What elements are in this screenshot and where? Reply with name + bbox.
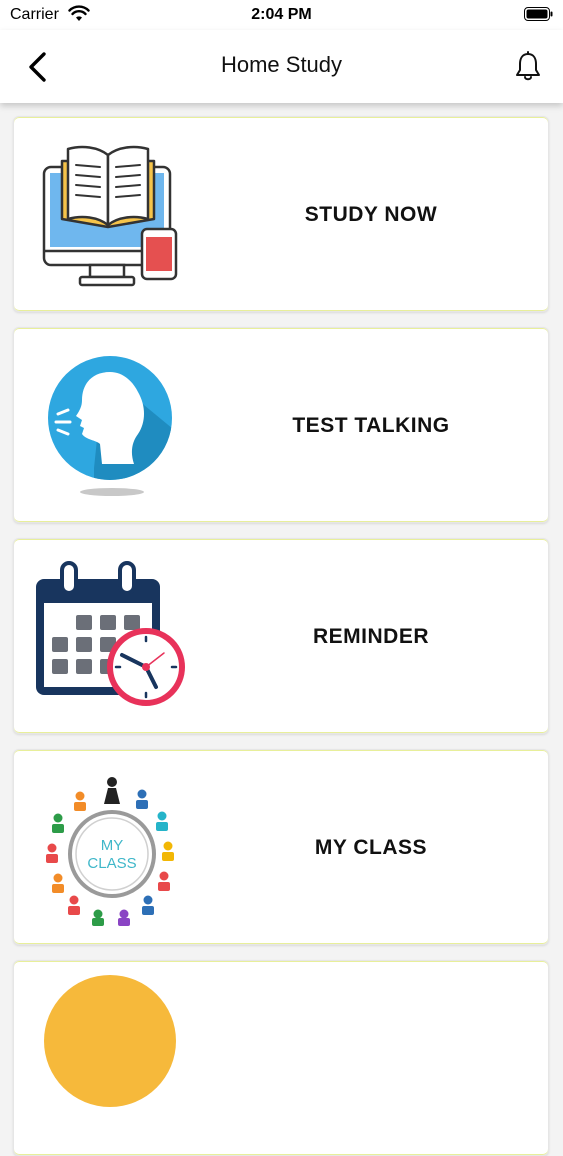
my-class-icon: MY CLASS (46, 777, 174, 926)
reminder-label: REMINDER (312, 625, 429, 648)
my-class-label: MY CLASS (314, 836, 428, 859)
test-talking-card[interactable]: TEST TALKING (13, 327, 549, 523)
my-class-card[interactable]: MY CLASS MY CLASS (13, 749, 549, 945)
computer-book-icon (42, 145, 178, 287)
partial-circle-icon (44, 975, 176, 1107)
calendar-clock-icon (36, 561, 185, 706)
reminder-card[interactable]: REMINDER (13, 538, 549, 734)
test-talking-label: TEST TALKING (292, 414, 450, 437)
speaking-head-icon (48, 356, 172, 496)
notifications-button[interactable] (513, 50, 543, 84)
menu-card-partial[interactable] (13, 960, 549, 1156)
my-class-text-my: MY (101, 837, 124, 854)
my-class-text-class: CLASS (87, 855, 136, 872)
study-now-label: STUDY NOW (304, 203, 438, 226)
study-now-card[interactable]: STUDY NOW (13, 116, 549, 312)
status-bar: Carrier 2:04 PM (0, 0, 563, 30)
navigation-bar: Home Study (0, 30, 563, 103)
status-time: 2:04 PM (251, 6, 312, 23)
battery-icon (524, 7, 553, 21)
page-title: Home Study (220, 52, 343, 77)
bell-icon (516, 51, 540, 81)
